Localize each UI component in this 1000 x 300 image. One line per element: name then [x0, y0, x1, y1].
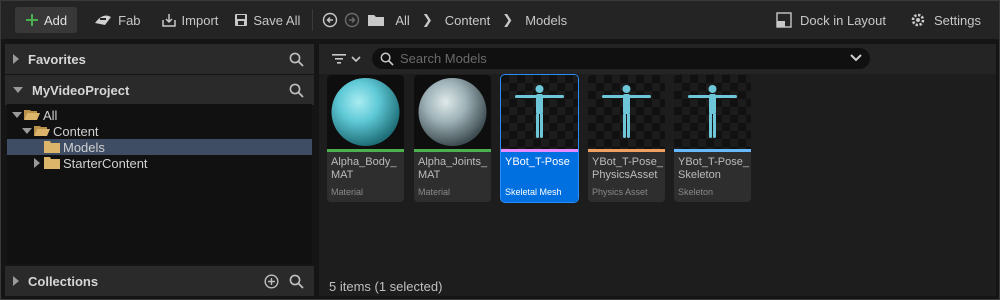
asset-tile[interactable]: Alpha_Joints_ MAT Material: [414, 75, 491, 202]
fab-label: Fab: [118, 12, 141, 28]
toolbar-right: Dock in Layout Settings: [770, 1, 987, 39]
fab-icon: [95, 15, 112, 25]
import-label: Import: [181, 12, 219, 28]
favorites-label: Favorites: [28, 51, 86, 67]
asset-thumbnail: [327, 75, 404, 149]
add-button[interactable]: Add: [15, 7, 78, 33]
tree-label: Models: [63, 139, 105, 155]
project-label: MyVideoProject: [32, 82, 130, 98]
open-folder-icon: [34, 126, 50, 136]
collections-header[interactable]: Collections: [5, 266, 314, 296]
tree-item-startercontent[interactable]: StarterContent: [7, 155, 312, 171]
asset-thumbnail: [414, 75, 491, 149]
sources-panel: Favorites MyVideoProject All Content Mod…: [5, 44, 314, 296]
asset-name: YBot_T-Pose_ PhysicsAsset: [592, 156, 663, 181]
asset-name: Alpha_Joints_ MAT: [418, 156, 488, 181]
save-all-label: Save All: [253, 12, 301, 28]
fab-button[interactable]: Fab: [87, 7, 146, 33]
chevron-down-icon[interactable]: [850, 53, 862, 62]
tree-label: Content: [53, 123, 99, 139]
t-pose-figure-icon: [602, 85, 651, 138]
collapse-arrow-icon: [12, 112, 22, 118]
search-bar: [372, 48, 870, 69]
folder-icon: [44, 157, 60, 169]
forward-arrow-icon[interactable]: [344, 12, 360, 28]
filter-bar: [319, 44, 996, 74]
add-collection-icon[interactable]: [264, 273, 279, 289]
collections-label: Collections: [28, 273, 99, 289]
search-icon[interactable]: [289, 274, 304, 289]
t-pose-figure-icon: [515, 85, 564, 138]
expand-arrow-icon: [13, 54, 19, 64]
expand-arrow-icon: [13, 276, 19, 286]
gear-icon: [911, 13, 925, 27]
chevron-right-icon: ❯: [421, 12, 433, 27]
asset-type: Physics Asset: [592, 187, 648, 197]
asset-tile[interactable]: YBot_T-Pose_ Skeleton Skeleton: [674, 75, 751, 202]
dock-in-layout-button[interactable]: Dock in Layout: [770, 7, 892, 33]
asset-tile[interactable]: YBot_T-Pose_ PhysicsAsset Physics Asset: [588, 75, 665, 202]
folder-icon[interactable]: [367, 13, 385, 27]
t-pose-figure-icon: [688, 85, 737, 138]
settings-button[interactable]: Settings: [904, 7, 987, 33]
breadcrumb-all[interactable]: All: [391, 13, 413, 28]
status-text: 5 items (1 selected): [329, 279, 443, 294]
tree-item-models[interactable]: Models: [7, 139, 312, 155]
folder-icon: [44, 141, 60, 153]
asset-thumbnail: [588, 75, 665, 149]
asset-tile-selected[interactable]: YBot_T-Pose Skeletal Mesh: [500, 74, 579, 203]
collapse-arrow-icon: [22, 128, 32, 134]
asset-type-strip: [414, 149, 491, 152]
toolbar: Add Fab Import Save All All ❯ Content ❯ …: [1, 1, 999, 39]
search-input[interactable]: [400, 51, 840, 66]
asset-type-strip: [327, 149, 404, 152]
breadcrumb-content[interactable]: Content: [441, 13, 495, 28]
asset-type: Skeleton: [678, 187, 714, 197]
import-icon: [161, 14, 176, 27]
filter-icon[interactable]: [332, 53, 346, 65]
tree-item-content[interactable]: Content: [7, 123, 312, 139]
asset-type: Skeletal Mesh: [505, 187, 562, 197]
dock-layout-icon: [776, 12, 792, 28]
add-label: Add: [44, 12, 68, 28]
search-icon[interactable]: [289, 52, 304, 67]
asset-type-strip: [588, 149, 665, 152]
tree-label: All: [43, 107, 58, 123]
asset-name: YBot_T-Pose_ Skeleton: [678, 156, 749, 181]
favorites-header[interactable]: Favorites: [5, 44, 314, 74]
material-sphere-icon: [418, 78, 487, 146]
asset-name: Alpha_Body_ MAT: [331, 156, 397, 181]
asset-name: YBot_T-Pose: [505, 156, 570, 168]
breadcrumb-models[interactable]: Models: [521, 13, 571, 28]
settings-label: Settings: [934, 12, 981, 28]
asset-type: Material: [331, 187, 364, 197]
expand-arrow-icon: [34, 158, 40, 168]
asset-thumbnail: [674, 75, 751, 149]
tree-label: StarterContent: [63, 155, 148, 171]
chevron-down-icon[interactable]: [351, 55, 361, 63]
save-icon: [235, 14, 248, 26]
open-folder-icon: [24, 110, 40, 120]
chevron-right-icon: ❯: [502, 12, 514, 27]
tree-item-all[interactable]: All: [7, 107, 312, 123]
search-icon[interactable]: [289, 83, 304, 98]
asset-tile[interactable]: Alpha_Body_ MAT Material: [327, 75, 404, 202]
toolbar-divider: [312, 9, 314, 31]
save-all-button[interactable]: Save All: [228, 7, 306, 33]
collapse-arrow-icon: [13, 87, 23, 93]
asset-type-strip: [674, 149, 751, 152]
asset-view: Alpha_Body_ MAT Material Alpha_Joints_ M…: [319, 44, 996, 296]
plus-icon: [26, 14, 38, 26]
back-arrow-icon[interactable]: [322, 12, 338, 28]
asset-type: Material: [418, 187, 451, 197]
folder-tree: All Content Models StarterContent: [7, 104, 312, 264]
asset-thumbnail: [501, 75, 578, 149]
search-icon: [380, 52, 394, 66]
asset-type-strip: [501, 149, 578, 152]
dock-label: Dock in Layout: [800, 12, 887, 28]
project-header[interactable]: MyVideoProject: [5, 75, 314, 105]
material-sphere-icon: [331, 78, 400, 146]
import-button[interactable]: Import: [155, 7, 225, 33]
